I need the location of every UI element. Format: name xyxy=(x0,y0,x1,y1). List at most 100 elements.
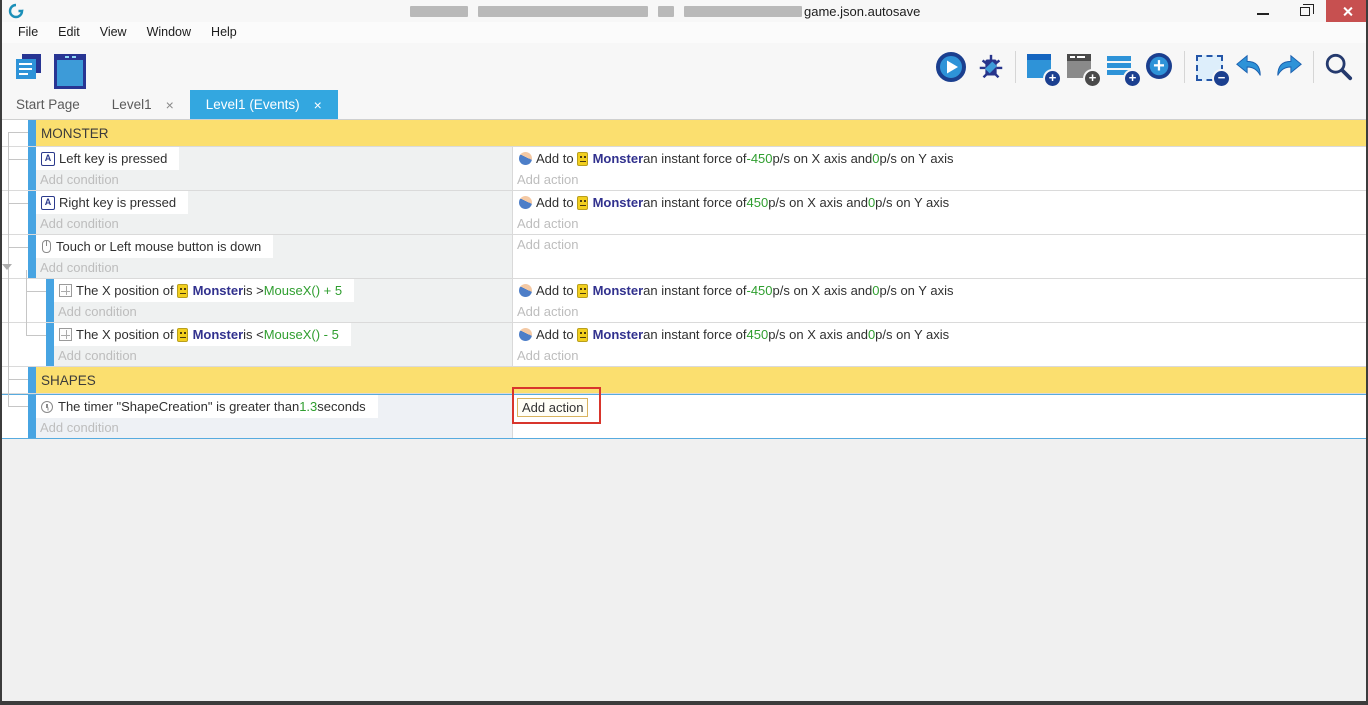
event-text: seconds xyxy=(317,399,366,414)
menu-edit[interactable]: Edit xyxy=(48,22,90,43)
event-selection-bar xyxy=(28,367,36,393)
position-icon xyxy=(59,284,72,297)
menu-window[interactable]: Window xyxy=(137,22,201,43)
tree-line xyxy=(26,335,46,336)
event-selection-bar xyxy=(28,235,36,278)
event-text: p/s on Y axis xyxy=(875,327,950,342)
tree-line xyxy=(8,406,28,407)
debug-icon[interactable] xyxy=(975,51,1007,83)
event-text: -450 xyxy=(746,151,773,166)
event-text: 450 xyxy=(746,195,769,210)
action-item[interactable]: Add to Monster an instant force of -450 … xyxy=(513,279,1368,302)
event-row[interactable]: Touch or Left mouse button is down Add co… xyxy=(0,235,1368,279)
condition-box: The timer "ShapeCreation" is greater tha… xyxy=(36,395,378,418)
condition-item[interactable]: Touch or Left mouse button is down xyxy=(36,235,512,258)
keyboard-icon xyxy=(41,151,55,166)
condition-item[interactable]: Right key is pressed xyxy=(36,191,512,214)
event-selection-bar xyxy=(28,395,36,438)
event-text: 450 xyxy=(746,327,769,342)
event-text: The X position of xyxy=(76,327,174,342)
add-condition-button[interactable]: Add condition xyxy=(36,258,512,278)
restore-button[interactable] xyxy=(1284,0,1326,22)
add-special-event-icon[interactable] xyxy=(1144,51,1176,83)
action-item[interactable]: Add to Monster an instant force of 450 p… xyxy=(513,191,1368,214)
event-text: Add to xyxy=(536,151,574,166)
app-window: game.json.autosave File Edit View Window Hel… xyxy=(0,0,1368,705)
add-action-button[interactable]: Add action xyxy=(513,302,1368,322)
event-text: MouseX() - 5 xyxy=(263,327,339,342)
event-row[interactable]: Right key is pressed Add conditionAdd to … xyxy=(0,191,1368,235)
condition-item[interactable]: The X position of Monster is > MouseX() … xyxy=(54,279,512,302)
gdevelop-logo-icon xyxy=(8,3,24,19)
event-text: p/s on Y axis xyxy=(875,195,950,210)
tab-bar: Start Page Level1 × Level1 (Events) × xyxy=(0,90,1368,120)
event-text: Add to xyxy=(536,327,574,342)
condition-item[interactable]: The timer "ShapeCreation" is greater tha… xyxy=(36,395,512,418)
actions-cell: Add action xyxy=(512,387,1367,438)
scene-editor-icon[interactable] xyxy=(52,53,86,89)
event-text: Right key is pressed xyxy=(59,195,177,210)
action-item[interactable]: Add to Monster an instant force of -450 … xyxy=(513,147,1368,170)
event-row[interactable]: The X position of Monster is < MouseX() … xyxy=(0,323,1368,367)
comment-row[interactable]: MONSTER xyxy=(0,120,1368,147)
toolbar-group xyxy=(1184,50,1313,86)
condition-box: The X position of Monster is > MouseX() … xyxy=(54,279,355,302)
tab-start-page[interactable]: Start Page xyxy=(0,90,96,119)
add-action-button[interactable]: Add action xyxy=(513,235,1368,255)
restore-icon xyxy=(1300,3,1314,16)
position-icon xyxy=(59,328,72,341)
add-condition-button[interactable]: Add condition xyxy=(54,302,512,322)
force-icon xyxy=(519,284,532,297)
add-condition-button[interactable]: Add condition xyxy=(36,214,512,234)
open-project-icon[interactable] xyxy=(14,53,44,81)
add-action-button[interactable]: Add action xyxy=(513,170,1368,190)
menu-file[interactable]: File xyxy=(8,22,48,43)
tab-label: Start Page xyxy=(16,97,80,112)
condition-item[interactable]: The X position of Monster is < MouseX() … xyxy=(54,323,512,346)
event-text: MouseX() + 5 xyxy=(263,283,343,298)
event-row[interactable]: The timer "ShapeCreation" is greater tha… xyxy=(0,387,1368,439)
add-comment-icon[interactable] xyxy=(1104,51,1140,86)
redo-icon[interactable] xyxy=(1273,51,1305,83)
force-icon xyxy=(519,196,532,209)
add-condition-button[interactable]: Add condition xyxy=(36,170,512,190)
event-text: -450 xyxy=(746,283,773,298)
tab-level1-events-[interactable]: Level1 (Events) × xyxy=(189,90,338,119)
tab-level1[interactable]: Level1 × xyxy=(96,90,190,119)
event-text: 0 xyxy=(867,195,876,210)
toolbar-group xyxy=(927,51,1015,83)
condition-item[interactable]: Left key is pressed xyxy=(36,147,512,170)
add-condition-button[interactable]: Add condition xyxy=(54,346,512,366)
collapse-toggle-icon[interactable] xyxy=(2,264,12,270)
event-text: an instant force of xyxy=(643,195,747,210)
event-text: 0 xyxy=(872,283,880,298)
minimize-button[interactable] xyxy=(1242,0,1284,22)
add-action-field[interactable]: Add action xyxy=(517,398,589,417)
conditions-cell: The timer "ShapeCreation" is greater tha… xyxy=(36,395,512,438)
event-row[interactable]: Left key is pressedAdd conditionAdd to M… xyxy=(0,147,1368,191)
toggle-disable-icon[interactable] xyxy=(1193,51,1229,86)
search-icon[interactable] xyxy=(1322,51,1354,83)
menu-view[interactable]: View xyxy=(90,22,137,43)
tab-label: Level1 xyxy=(111,97,152,112)
comment-row[interactable]: SHAPES xyxy=(0,367,1368,394)
add-event-icon[interactable] xyxy=(1024,51,1060,86)
action-item[interactable]: Add to Monster an instant force of 450 p… xyxy=(513,323,1368,346)
event-text: Touch or Left mouse button is down xyxy=(56,239,262,254)
toolbar-group xyxy=(1015,50,1184,86)
add-action-button[interactable]: Add action xyxy=(513,214,1368,234)
title-bar: game.json.autosave xyxy=(0,0,1368,22)
preview-play-icon[interactable] xyxy=(935,51,967,83)
add-subevent-icon[interactable] xyxy=(1064,51,1100,86)
event-text: Monster xyxy=(192,283,244,298)
tree-line xyxy=(26,291,46,292)
menu-help[interactable]: Help xyxy=(201,22,247,43)
add-condition-button[interactable]: Add condition xyxy=(36,418,512,438)
undo-icon[interactable] xyxy=(1233,51,1265,83)
tab-close-icon[interactable]: × xyxy=(314,97,322,113)
tab-close-icon[interactable]: × xyxy=(166,97,174,113)
monster-icon xyxy=(576,283,588,298)
event-row[interactable]: The X position of Monster is > MouseX() … xyxy=(0,279,1368,323)
add-action-button[interactable]: Add action xyxy=(513,346,1368,366)
close-button[interactable] xyxy=(1326,0,1368,22)
